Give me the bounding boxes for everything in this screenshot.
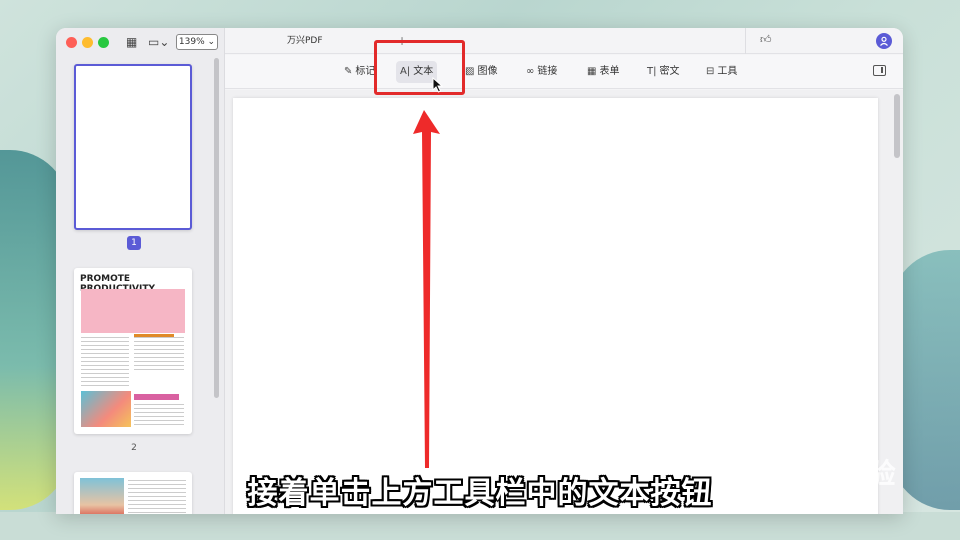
watermark-brand: Bai 经验 [780,457,896,490]
zoom-level-value: 139% [178,37,205,47]
table-icon: ▦ [587,66,597,77]
thumbnail-scrollbar[interactable] [214,58,219,398]
tool-label: 标记 [355,66,376,77]
edit-toolbar: ✎ 标记 A| 文本 ▨ 图像 ∞ 链接 ▦ 表单 T| 密文 ⊟ 工具 [225,55,903,89]
highlight-box [374,40,465,95]
thumbnail-text-block [134,337,184,373]
redact-tool-button[interactable]: T| 密文 [643,61,683,83]
tab-bar: 万兴PDF + 👍︎ [225,28,903,54]
redact-icon: T| [647,66,657,77]
thumbs-up-icon[interactable]: 👍︎ [760,33,772,46]
page-thumbnail-2[interactable]: PROMOTE PRODUCTIVITY [74,268,192,434]
tools-button[interactable]: ⊟ 工具 [702,61,741,83]
tool-label: 工具 [717,66,738,77]
minimize-window-button[interactable] [82,37,93,48]
page-number-badge: 1 [127,236,141,250]
right-panel-toggle-icon[interactable] [873,65,886,76]
pointer-arrow [413,110,440,468]
user-avatar-icon[interactable] [876,33,892,49]
image-tool-button[interactable]: ▨ 图像 [461,61,501,83]
thumbnail-text-block [81,337,129,387]
background-band [0,512,960,540]
image-icon: ▨ [465,66,475,77]
divider [745,28,746,54]
document-tab[interactable]: 万兴PDF [287,28,323,54]
thumbnail-sidebar: ▦ ▭⌄ 139% ⌄ 1 PROMOTE PRODUCTIVITY 2 [56,28,225,514]
zoom-level-select[interactable]: 139% ⌄ [176,34,218,50]
link-icon: ∞ [526,66,535,77]
toolbox-icon: ⊟ [706,66,715,77]
sidebar-layout-icon[interactable]: ▭⌄ [148,34,169,50]
page-number-label: 2 [131,443,137,453]
document-scrollbar[interactable] [894,94,900,158]
pen-icon: ✎ [344,66,353,77]
thumbnail-text-block [134,404,184,428]
tool-label: 图像 [477,66,498,77]
form-tool-button[interactable]: ▦ 表单 [583,61,623,83]
thumbnail-photo [81,391,131,427]
document-viewer [225,90,903,514]
link-tool-button[interactable]: ∞ 链接 [522,61,561,83]
thumbnail-heading-bar [134,394,179,400]
tool-label: 表单 [599,66,620,77]
maximize-window-button[interactable] [98,37,109,48]
close-window-button[interactable] [66,37,77,48]
tool-label: 链接 [537,66,558,77]
thumbnail-hero-image [81,289,185,333]
app-window: ▦ ▭⌄ 139% ⌄ 1 PROMOTE PRODUCTIVITY 2 万兴P… [56,28,903,514]
tool-label: 密文 [659,66,680,77]
watermark-url: jingyan.baidu.com [734,496,871,511]
page-thumbnail-1[interactable] [74,64,192,230]
mouse-cursor-icon [432,77,444,93]
grid-view-icon[interactable]: ▦ [126,34,137,50]
